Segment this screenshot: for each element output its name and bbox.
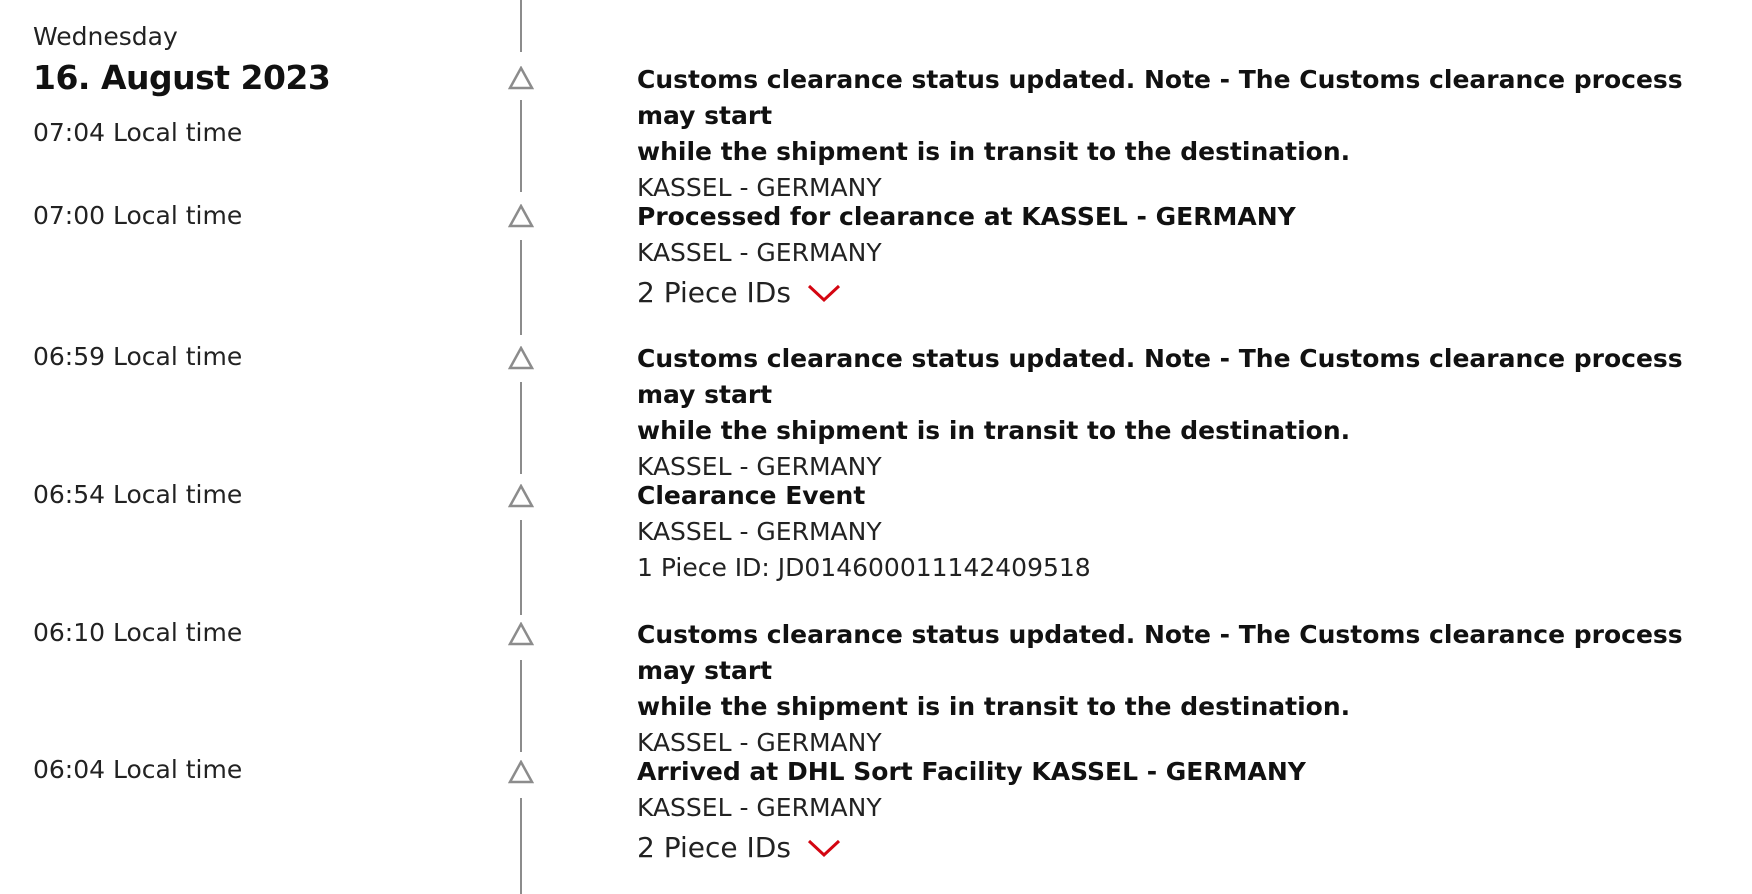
piece-ids-toggle-label: 2 Piece IDs: [637, 276, 791, 309]
event-title: Clearance Event: [637, 481, 866, 510]
timeline-line-segment: [520, 100, 522, 192]
triangle-outline-icon: [508, 484, 534, 508]
event-details: Processed for clearance at KASSEL - GERM…: [637, 199, 1727, 313]
event-location: KASSEL - GERMANY: [637, 793, 882, 822]
event-location: KASSEL - GERMANY: [637, 517, 882, 546]
event-title: Customs clearance status updated. Note -…: [637, 65, 1683, 130]
timeline-line-segment: [520, 520, 522, 615]
chevron-down-icon: [807, 284, 840, 303]
event-details: Arrived at DHL Sort Facility KASSEL - GE…: [637, 754, 1727, 868]
event-details: Customs clearance status updated. Note -…: [637, 617, 1727, 761]
timeline-line-segment: [520, 0, 522, 52]
event-time: 07:00 Local time: [33, 201, 243, 230]
event-details: Clearance Event KASSEL - GERMANY 1 Piece…: [637, 478, 1727, 586]
event-time: 07:04 Local time: [33, 118, 243, 147]
triangle-outline-icon: [508, 622, 534, 646]
event-title: Customs clearance status updated. Note -…: [637, 344, 1683, 409]
piece-id: 1 Piece ID: JD014600011142409518: [637, 553, 1091, 582]
event-title: Arrived at DHL Sort Facility KASSEL - GE…: [637, 757, 1306, 786]
event-title: Processed for clearance at KASSEL - GERM…: [637, 202, 1296, 231]
timeline-line-segment: [520, 382, 522, 474]
event-details: Customs clearance status updated. Note -…: [637, 341, 1727, 485]
event-time: 06:54 Local time: [33, 480, 243, 509]
timeline-line-segment: [520, 660, 522, 752]
timeline-line-segment: [520, 240, 522, 335]
chevron-down-icon: [807, 839, 840, 858]
weekday-label: Wednesday: [33, 22, 178, 51]
event-location: KASSEL - GERMANY: [637, 238, 882, 267]
event-title: Customs clearance status updated. Note -…: [637, 620, 1683, 685]
timeline-line-segment: [520, 798, 522, 894]
triangle-outline-icon: [508, 204, 534, 228]
event-title-continued: while the shipment is in transit to the …: [637, 137, 1351, 166]
triangle-outline-icon: [508, 346, 534, 370]
triangle-outline-icon: [508, 66, 534, 90]
event-time: 06:04 Local time: [33, 755, 243, 784]
date-heading: 16. August 2023: [33, 58, 331, 97]
triangle-outline-icon: [508, 760, 534, 784]
event-title-continued: while the shipment is in transit to the …: [637, 692, 1351, 721]
piece-ids-toggle[interactable]: 2 Piece IDs: [637, 273, 841, 313]
event-title-continued: while the shipment is in transit to the …: [637, 416, 1351, 445]
event-time: 06:59 Local time: [33, 342, 243, 371]
piece-ids-toggle-label: 2 Piece IDs: [637, 831, 791, 864]
event-time: 06:10 Local time: [33, 618, 243, 647]
event-details: Customs clearance status updated. Note -…: [637, 62, 1727, 206]
piece-ids-toggle[interactable]: 2 Piece IDs: [637, 828, 841, 868]
